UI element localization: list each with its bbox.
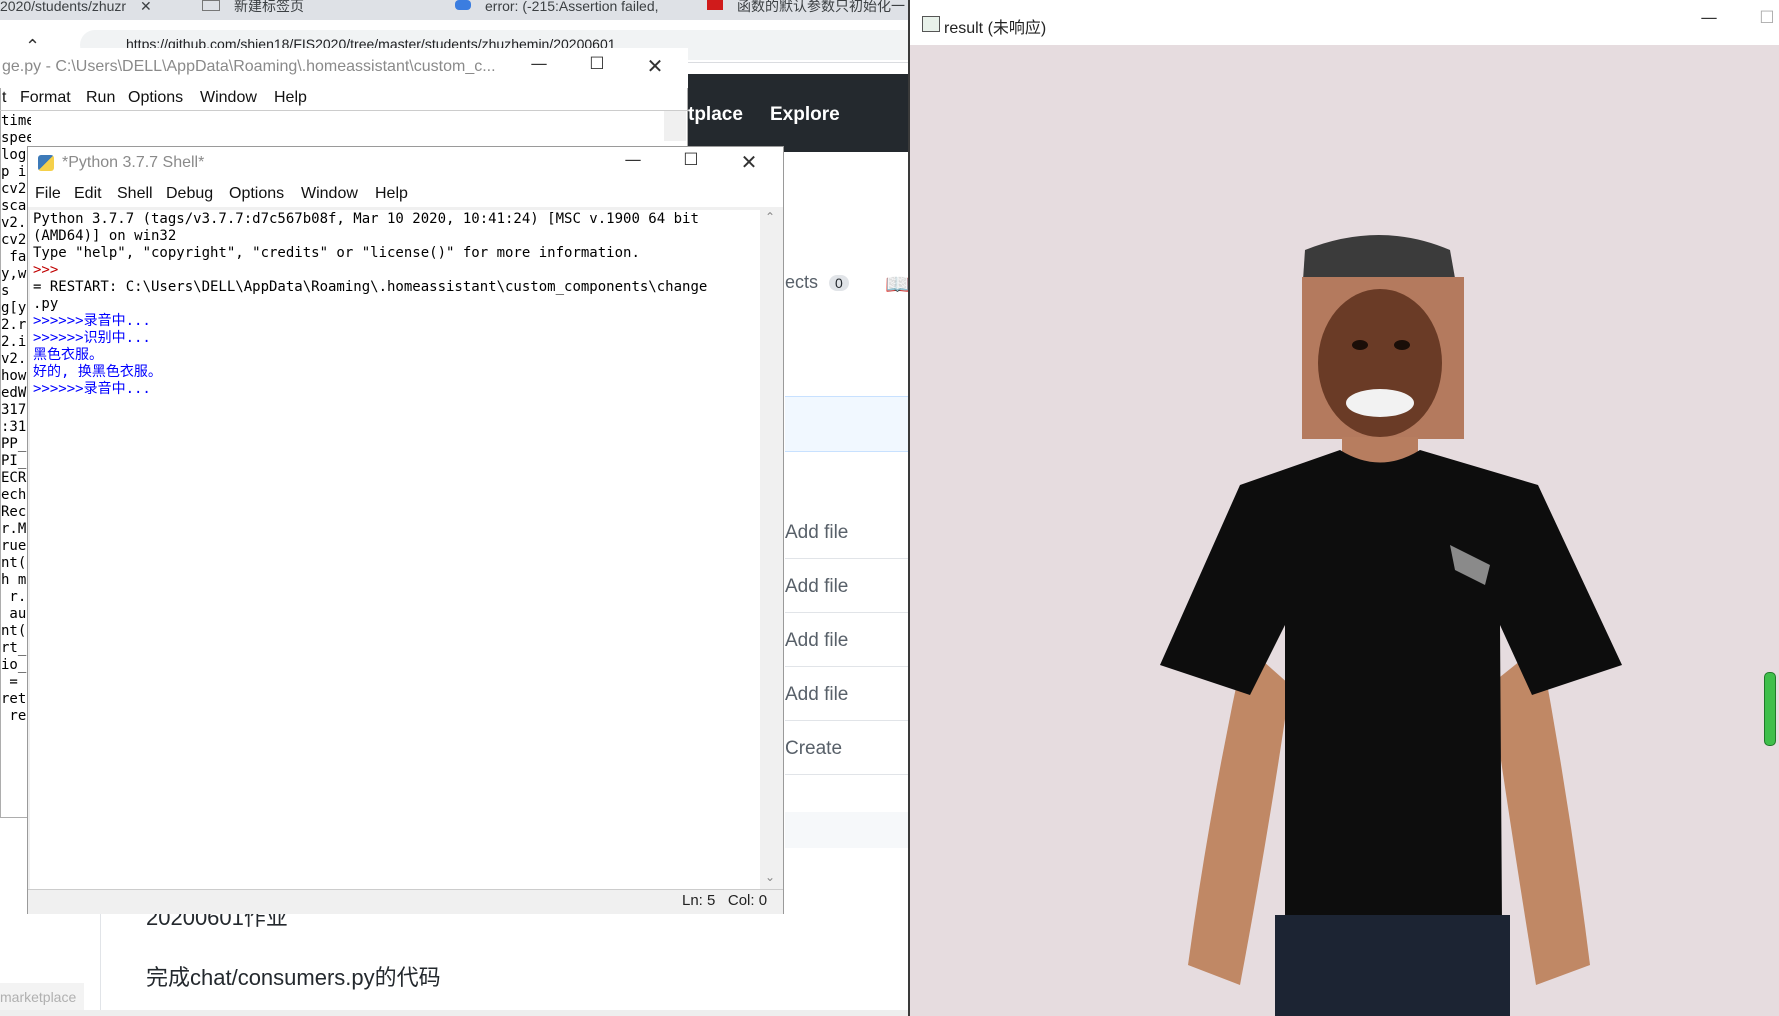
shell-statusbar (28, 889, 783, 914)
close-icon[interactable]: ✕ (140, 0, 152, 14)
python-icon (38, 155, 54, 171)
paw-icon (455, 0, 471, 10)
result-image (910, 45, 1779, 1016)
add-file-row-4[interactable]: Add file (785, 684, 910, 706)
shell-lines[interactable]: Python 3.7.7 (tags/v3.7.7:d7c567b08f, Ma… (33, 211, 758, 811)
code-line: time (1, 113, 31, 129)
tab-github[interactable]: 2020/students/zhuzr ✕ (0, 0, 190, 20)
app-icon (922, 16, 940, 32)
shell-line: >>> (33, 262, 67, 278)
shell-title: *Python 3.7.7 Shell* (62, 154, 205, 171)
person-render (1160, 235, 1622, 1016)
result-title: result (未响应) (944, 20, 1047, 37)
book-icon[interactable]: 📖 (885, 272, 910, 296)
shell-line: = RESTART: C:\Users\DELL\AppData\Roaming… (33, 279, 708, 295)
page-icon (202, 0, 220, 11)
menu-edit[interactable]: Edit (74, 185, 102, 203)
readme-header (785, 812, 910, 848)
menu-options[interactable]: Options (229, 185, 284, 203)
minimize-icon[interactable]: — (1686, 8, 1732, 28)
menu-divider (0, 110, 688, 111)
menu-help[interactable]: Help (274, 89, 307, 107)
maximize-icon[interactable]: ☐ (1744, 8, 1779, 28)
editor-scrollbar[interactable] (664, 111, 686, 141)
volume-indicator (1764, 672, 1776, 746)
divider (785, 774, 910, 775)
nav-explore[interactable]: Explore (770, 104, 840, 126)
csdn-icon (707, 0, 723, 10)
shell-line: 好的, 换黑色衣服。 (33, 364, 162, 380)
tab-error-1[interactable]: error: (-215:Assertion failed, (455, 0, 695, 20)
divider (785, 666, 910, 667)
tab-default-args[interactable]: 函数的默认参数只初始化一 (707, 0, 907, 20)
readme-body: 完成chat/consumers.py的代码 (146, 965, 441, 990)
minimize-icon[interactable]: — (516, 54, 562, 74)
projects-label: ects (785, 272, 819, 292)
divider (785, 612, 910, 613)
projects-counter: 0 (829, 275, 849, 291)
cursor-position: Ln: 5 Col: 0 (682, 892, 768, 909)
scroll-up-icon[interactable]: ⌃ (765, 210, 775, 224)
marketplace-link[interactable]: marketplace (0, 983, 84, 1011)
menu-window[interactable]: Window (200, 89, 257, 107)
close-icon[interactable]: ✕ (632, 54, 678, 78)
add-file-row-2[interactable]: Add file (785, 576, 910, 598)
menu-help[interactable]: Help (375, 185, 408, 203)
shell-scrollbar[interactable]: ⌃ ⌄ (760, 208, 782, 888)
shell-line: >>>>>>识别中... (33, 330, 151, 346)
shell-line: .py (33, 296, 59, 312)
tab-label: 函数的默认参数只初始化一 (737, 0, 905, 14)
maximize-icon[interactable]: ☐ (574, 54, 620, 74)
nav-marketplace[interactable]: tplace (688, 104, 743, 126)
tab-new[interactable]: 新建标签页 (202, 0, 442, 20)
menu-run[interactable]: Run (86, 89, 115, 107)
shell-line: Type "help", "copyright", "credits" or "… (33, 245, 640, 261)
smile (1346, 389, 1414, 417)
tab-label: 新建标签页 (234, 0, 304, 14)
menu-shell[interactable]: Shell (117, 185, 153, 203)
shell-line: 黑色衣服。 (33, 347, 103, 363)
left-arm (1188, 645, 1290, 985)
editor-title: ge.py - C:\Users\DELL\AppData\Roaming\.h… (2, 58, 496, 75)
shell-line: (AMD64)] on win32 (33, 228, 177, 244)
menu-options[interactable]: Options (128, 89, 183, 107)
menu-format[interactable]: Format (20, 89, 71, 107)
tab-label: 2020/students/zhuzr (0, 0, 127, 14)
scroll-down-icon[interactable]: ⌄ (765, 870, 775, 884)
menu-debug[interactable]: Debug (166, 185, 213, 203)
close-icon[interactable]: ✕ (726, 150, 772, 174)
tab-projects[interactable]: ects 0 (785, 272, 849, 293)
add-file-row-1[interactable]: Add file (785, 522, 910, 544)
shell-line: >>>>>>录音中... (33, 313, 151, 329)
divider (785, 720, 910, 721)
minimize-icon[interactable]: — (610, 150, 656, 170)
shell-line: >>>>>>录音中... (33, 381, 151, 397)
bottom-strip (0, 1010, 910, 1016)
pants (1275, 915, 1510, 1016)
divider (785, 558, 910, 559)
add-file-row-3[interactable]: Add file (785, 630, 910, 652)
info-box (785, 396, 910, 452)
maximize-icon[interactable]: ☐ (668, 150, 714, 170)
menu-edit[interactable]: t (2, 89, 6, 107)
tab-label: error: (-215:Assertion failed, (485, 0, 659, 14)
create-row[interactable]: Create (785, 738, 910, 760)
shell-line: Python 3.7.7 (tags/v3.7.7:d7c567b08f, Ma… (33, 211, 699, 227)
menu-file[interactable]: File (35, 185, 61, 203)
menu-window[interactable]: Window (301, 185, 358, 203)
code-line: speech_recognition as sr (1, 130, 31, 146)
